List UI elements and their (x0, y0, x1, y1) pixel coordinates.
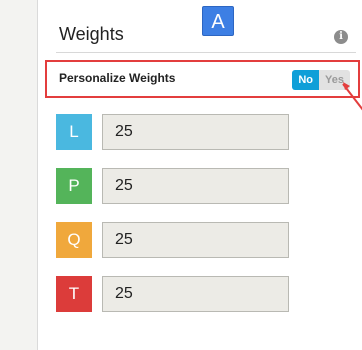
pointer-arrow-icon (342, 82, 362, 111)
personalize-weights-toggle[interactable]: No Yes (292, 70, 350, 90)
weight-row-q: Q (56, 222, 356, 258)
personalize-weights-label: Personalize Weights (59, 71, 176, 85)
weight-row-t: T (56, 276, 356, 312)
weight-tag-p: P (56, 168, 92, 204)
weight-row-p: P (56, 168, 356, 204)
info-icon[interactable]: i (334, 30, 348, 44)
weight-input-p[interactable] (102, 168, 289, 204)
weight-row-l: L (56, 114, 356, 150)
weight-input-l[interactable] (102, 114, 289, 150)
weight-tag-t: T (56, 276, 92, 312)
weight-input-t[interactable] (102, 276, 289, 312)
weight-tag-l: L (56, 114, 92, 150)
toggle-no-option[interactable]: No (292, 70, 320, 90)
weights-title: Weights (59, 24, 124, 44)
weight-tag-q: Q (56, 222, 92, 258)
annotation-badge: A (202, 6, 234, 36)
weights-panel: Weights A i Personalize Weights No Yes L… (37, 0, 362, 350)
weights-header: Weights A i (56, 0, 356, 53)
personalize-weights-row: Personalize Weights No Yes (45, 60, 360, 98)
weight-input-q[interactable] (102, 222, 289, 258)
